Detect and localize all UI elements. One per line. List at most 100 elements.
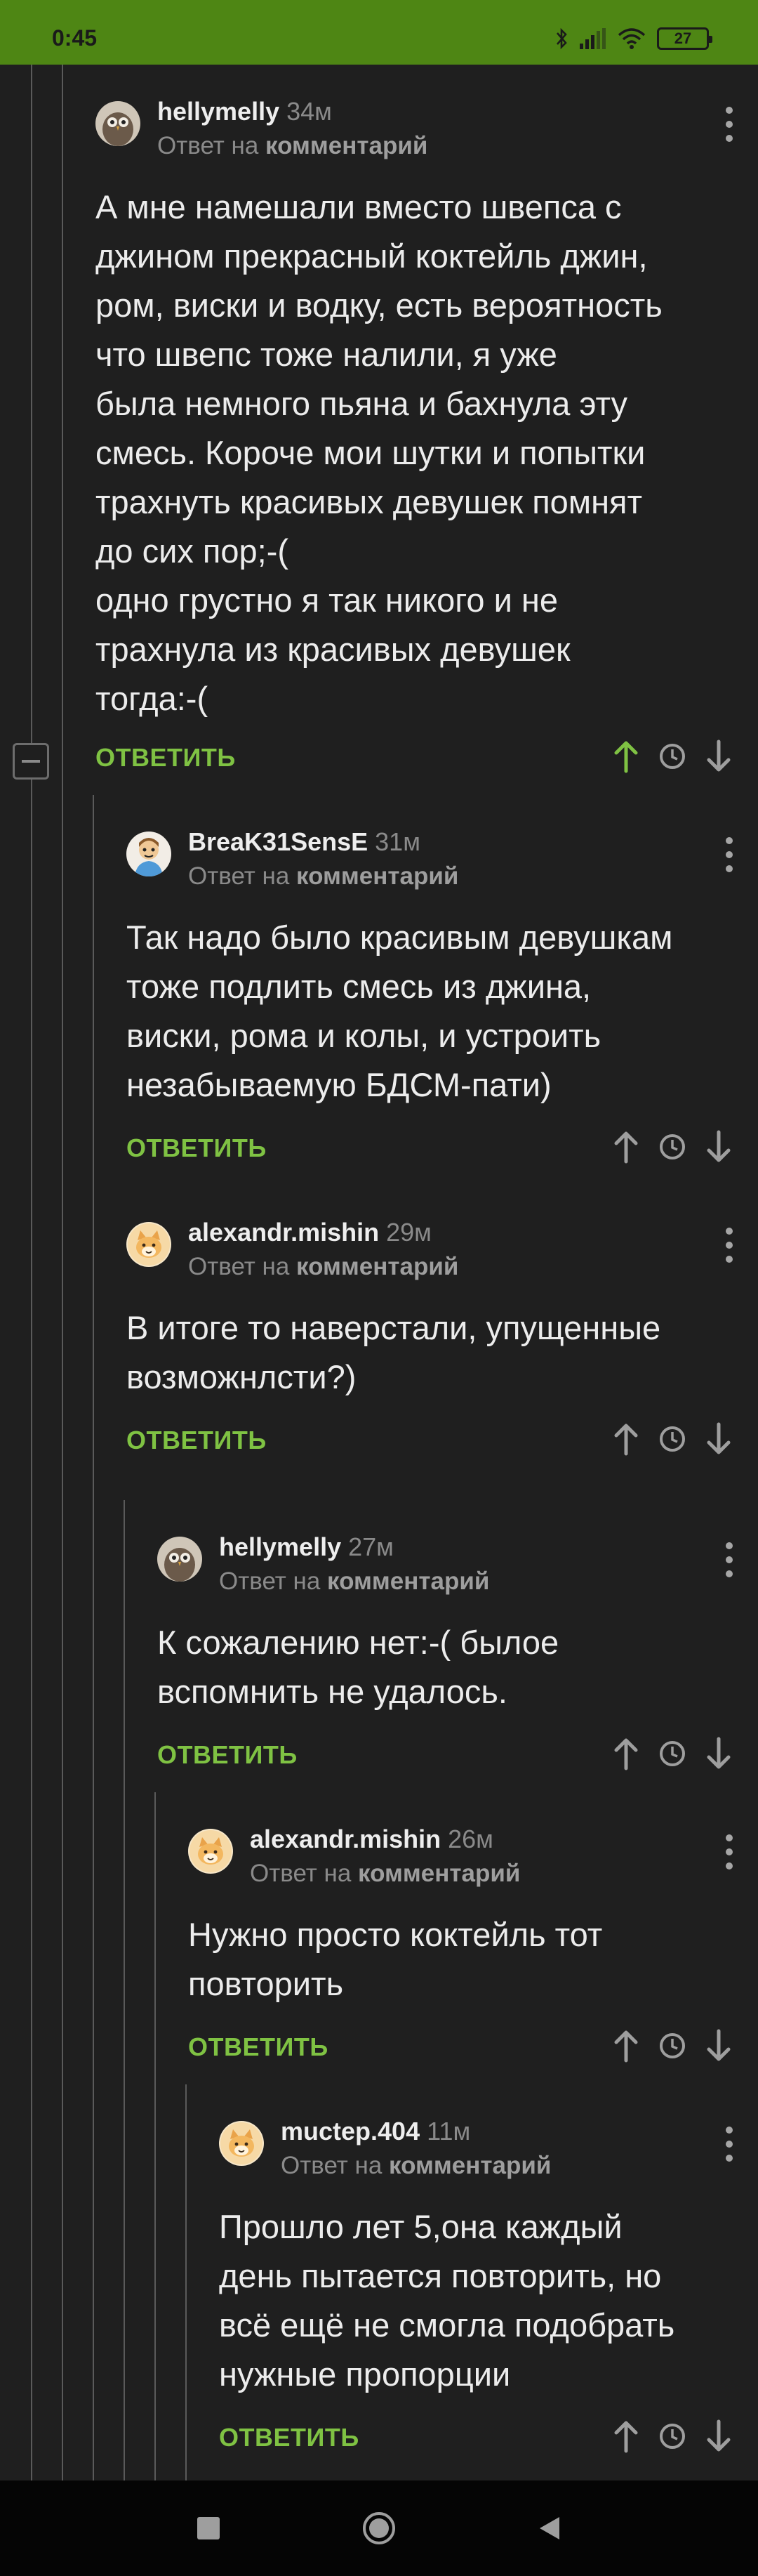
comment-time: 34м	[286, 97, 332, 126]
comment: alexandr.mishin 29м Ответ на комментарий …	[94, 1185, 758, 1500]
comment: hellymelly 34м Ответ на комментарий А мне…	[63, 65, 758, 795]
wifi-icon	[618, 28, 646, 49]
recents-button-icon[interactable]	[196, 2516, 221, 2541]
reply-button[interactable]: ОТВЕТИТЬ	[126, 1426, 267, 1455]
comment-author[interactable]: alexandr.mishin 26м	[250, 1825, 493, 1854]
comment-text: А мне намешали вместо швепса с джином пр…	[95, 188, 663, 717]
reply-button[interactable]: ОТВЕТИТЬ	[95, 743, 236, 773]
status-time: 0:45	[52, 25, 98, 51]
upvote-icon[interactable]	[612, 2028, 640, 2063]
author-name[interactable]: muctep.404	[281, 2117, 420, 2145]
default-cat-avatar-icon[interactable]	[188, 1829, 233, 1874]
reply-to-prefix: Ответ на	[219, 1568, 321, 1595]
battery-icon: 27	[657, 27, 712, 50]
reply-button[interactable]: ОТВЕТИТЬ	[188, 2032, 328, 2062]
comment-actions	[612, 1421, 733, 1457]
comment-author[interactable]: alexandr.mishin 29м	[188, 1218, 432, 1247]
reply-to: Ответ на комментарий	[157, 132, 427, 160]
reply-to: Ответ на комментарий	[188, 862, 458, 891]
reply-button[interactable]: ОТВЕТИТЬ	[126, 1133, 267, 1163]
home-button-icon[interactable]	[361, 2511, 397, 2546]
downvote-icon[interactable]	[705, 1736, 733, 1771]
comment-text: Прошло лет 5,она каждый день пытается по…	[219, 2208, 675, 2393]
comment-text: Так надо было красивым девушкам тоже под…	[126, 919, 673, 1103]
status-icons: 27	[554, 27, 712, 51]
reply-to: Ответ на комментарий	[250, 1860, 520, 1888]
comment-author[interactable]: hellymelly 27м	[219, 1532, 394, 1562]
clock-icon[interactable]	[658, 2032, 686, 2060]
back-button-icon[interactable]	[537, 2514, 562, 2542]
more-menu-icon[interactable]	[719, 1542, 740, 1577]
upvote-icon[interactable]	[612, 1421, 640, 1457]
comment-author[interactable]: BreaK31SensE 31м	[188, 827, 420, 857]
comment-actions	[612, 1129, 733, 1164]
reply-target-link[interactable]: комментарий	[265, 132, 427, 159]
reply-target-link[interactable]: комментарий	[358, 1860, 520, 1887]
comment-time: 11м	[427, 2117, 471, 2145]
clock-icon[interactable]	[658, 1740, 686, 1768]
navigation-bar	[0, 2480, 758, 2576]
downvote-icon[interactable]	[705, 739, 733, 774]
status-bar: 0:45 27	[0, 0, 758, 65]
reply-target-link[interactable]: комментарий	[327, 1568, 489, 1595]
collapse-thread-button[interactable]	[13, 743, 49, 780]
comment-time: 31м	[375, 827, 420, 856]
comment-actions	[612, 739, 733, 774]
comment-text: К сожалению нет:-( былое вспомнить не уд…	[157, 1624, 559, 1710]
comment: muctep.404 11м Ответ на комментарий Прошл…	[187, 2084, 758, 2480]
downvote-icon[interactable]	[705, 2028, 733, 2063]
reply-button[interactable]: ОТВЕТИТЬ	[219, 2423, 359, 2452]
author-name[interactable]: alexandr.mishin	[250, 1825, 441, 1853]
upvote-icon[interactable]	[612, 2419, 640, 2454]
reply-to-prefix: Ответ на	[250, 1860, 352, 1887]
thread-line	[31, 65, 32, 2480]
comment-author[interactable]: muctep.404 11м	[281, 2117, 470, 2146]
comment-actions	[612, 2419, 733, 2454]
reply-to: Ответ на комментарий	[219, 1568, 489, 1596]
more-menu-icon[interactable]	[719, 2127, 740, 2162]
clock-icon[interactable]	[658, 2422, 686, 2450]
comment-text: В итоге то наверстали, упущенные возможн…	[126, 1309, 661, 1395]
upvote-icon[interactable]	[612, 1736, 640, 1771]
author-name[interactable]: hellymelly	[219, 1532, 341, 1561]
comment-thread: hellymelly 34м Ответ на комментарий А мне…	[0, 65, 758, 2480]
comment-text: Нужно просто коктейль тот повторить	[188, 1916, 603, 2002]
comment-author[interactable]: hellymelly 34м	[157, 97, 332, 126]
author-name[interactable]: BreaK31SensE	[188, 827, 368, 856]
downvote-icon[interactable]	[705, 1421, 733, 1457]
reply-to: Ответ на комментарий	[188, 1253, 458, 1281]
cartoon-man-avatar-icon[interactable]	[126, 832, 171, 876]
reply-to: Ответ на комментарий	[281, 2152, 551, 2180]
comment: hellymelly 27м Ответ на комментарий К сож…	[125, 1500, 758, 1792]
comment-actions	[612, 1736, 733, 1771]
comment: BreaK31SensE 31м Ответ на комментарий Так…	[94, 795, 758, 1185]
comment-actions	[612, 2028, 733, 2063]
downvote-icon[interactable]	[705, 1129, 733, 1164]
owl-avatar-icon[interactable]	[95, 101, 140, 146]
reply-target-link[interactable]: комментарий	[389, 2152, 551, 2179]
owl-avatar-icon[interactable]	[157, 1537, 202, 1582]
reply-to-prefix: Ответ на	[157, 132, 259, 159]
upvote-icon[interactable]	[612, 739, 640, 774]
clock-icon[interactable]	[658, 1133, 686, 1161]
default-cat-avatar-icon[interactable]	[126, 1222, 171, 1267]
more-menu-icon[interactable]	[719, 1228, 740, 1263]
clock-icon[interactable]	[658, 1425, 686, 1453]
reply-button[interactable]: ОТВЕТИТЬ	[157, 1740, 298, 1770]
reply-to-prefix: Ответ на	[188, 1253, 290, 1280]
more-menu-icon[interactable]	[719, 837, 740, 872]
more-menu-icon[interactable]	[719, 1834, 740, 1869]
upvote-icon[interactable]	[612, 1129, 640, 1164]
downvote-icon[interactable]	[705, 2419, 733, 2454]
battery-level: 27	[674, 29, 692, 47]
default-cat-avatar-icon[interactable]	[219, 2121, 264, 2166]
reply-target-link[interactable]: комментарий	[296, 862, 458, 890]
comment-time: 27м	[348, 1532, 394, 1561]
clock-icon[interactable]	[658, 742, 686, 770]
more-menu-icon[interactable]	[719, 107, 740, 142]
author-name[interactable]: alexandr.mishin	[188, 1218, 379, 1247]
reply-target-link[interactable]: комментарий	[296, 1253, 458, 1280]
comment-time: 26м	[448, 1825, 493, 1853]
author-name[interactable]: hellymelly	[157, 97, 279, 126]
reply-to-prefix: Ответ на	[188, 862, 290, 890]
